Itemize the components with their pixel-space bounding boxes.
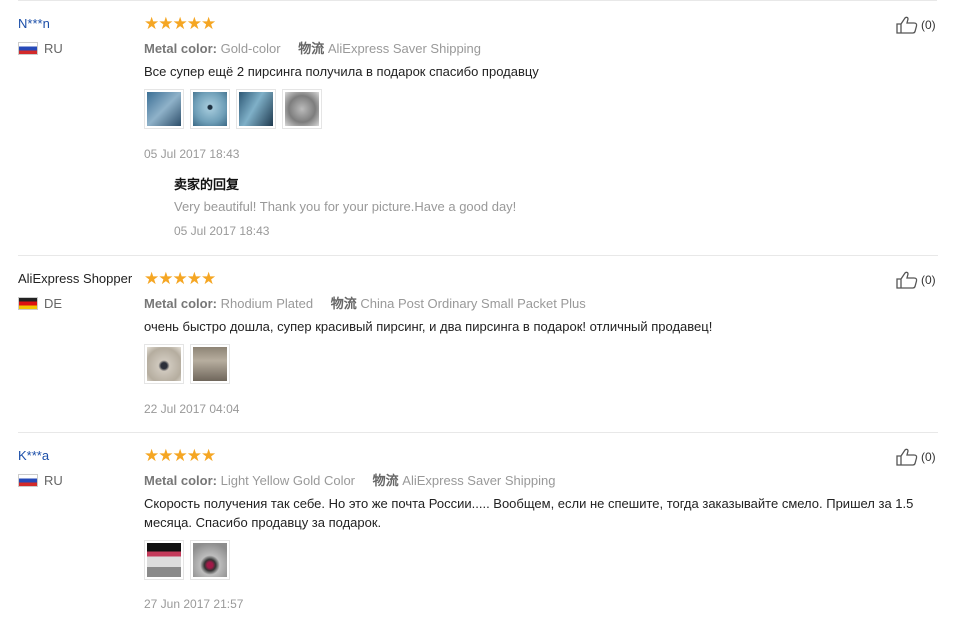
- helpful-count: (0): [921, 18, 936, 32]
- review-divider: [18, 255, 938, 256]
- russia-flag-icon: [18, 474, 38, 487]
- reviews-page: N***n RU ★★★★★ Metal color: Gold-color 物…: [0, 0, 977, 619]
- thumbs-up-icon: [896, 16, 918, 34]
- thumbs-up-icon: [896, 271, 918, 289]
- shipping-label: 物流: [372, 473, 399, 488]
- reviewer-name: AliExpress Shopper: [18, 271, 133, 286]
- shipping-value: China Post Ordinary Small Packet Plus: [360, 296, 586, 311]
- review-divider: [18, 432, 938, 433]
- helpful-button[interactable]: (0): [896, 16, 936, 34]
- thumbs-up-icon: [896, 448, 918, 466]
- attr-label: Metal color:: [144, 296, 217, 311]
- helpful-count: (0): [921, 450, 936, 464]
- helpful-button[interactable]: (0): [896, 448, 936, 466]
- review-photo-thumbnail[interactable]: [190, 344, 230, 384]
- review-date: 22 Jul 2017 04:04: [144, 402, 240, 416]
- attr-label: Metal color:: [144, 473, 217, 488]
- reviewer-country: RU: [18, 41, 63, 56]
- order-info: Metal color: Light Yellow Gold Color 物流 …: [144, 470, 555, 489]
- star-rating: ★★★★★: [144, 269, 216, 288]
- russia-flag-icon: [18, 42, 38, 55]
- star-rating: ★★★★★: [144, 14, 216, 33]
- review-photo-thumbnail[interactable]: [144, 540, 184, 580]
- order-info: Metal color: Gold-color 物流 AliExpress Sa…: [144, 38, 481, 57]
- attr-value: Gold-color: [220, 41, 281, 56]
- attr-value: Rhodium Plated: [220, 296, 314, 311]
- review-photo-thumbnail[interactable]: [144, 89, 184, 129]
- review-text: Все супер ещё 2 пирсинга получила в пода…: [144, 64, 539, 79]
- top-divider: [18, 0, 937, 1]
- attr-label: Metal color:: [144, 41, 217, 56]
- shipping-value: AliExpress Saver Shipping: [327, 41, 482, 56]
- seller-reply-date: 05 Jul 2017 18:43: [174, 224, 270, 238]
- shipping-label: 物流: [298, 41, 325, 56]
- germany-flag-icon: [18, 297, 38, 310]
- review-date: 05 Jul 2017 18:43: [144, 147, 240, 161]
- helpful-button[interactable]: (0): [896, 271, 936, 289]
- country-code: RU: [44, 41, 63, 56]
- review-photo-thumbnail[interactable]: [190, 540, 230, 580]
- review-photos: [144, 344, 230, 384]
- attr-value: Light Yellow Gold Color: [220, 473, 356, 488]
- star-rating: ★★★★★: [144, 446, 216, 465]
- helpful-count: (0): [921, 273, 936, 287]
- review-photos: [144, 89, 322, 129]
- reviewer-country: DE: [18, 296, 62, 311]
- review-text: очень быстро дошла, супер красивый пирси…: [144, 319, 713, 334]
- review-photo-thumbnail[interactable]: [190, 89, 230, 129]
- order-info: Metal color: Rhodium Plated 物流 China Pos…: [144, 293, 586, 312]
- review-date: 27 Jun 2017 21:57: [144, 597, 244, 611]
- review-photo-thumbnail[interactable]: [144, 344, 184, 384]
- reviewer-name[interactable]: N***n: [18, 16, 50, 31]
- shipping-value: AliExpress Saver Shipping: [402, 473, 556, 488]
- seller-reply-text: Very beautiful! Thank you for your pictu…: [174, 199, 517, 214]
- review-photo-thumbnail[interactable]: [236, 89, 276, 129]
- shipping-label: 物流: [330, 296, 357, 311]
- reviewer-name[interactable]: K***a: [18, 448, 49, 463]
- country-code: DE: [44, 296, 63, 311]
- review-photo-thumbnail[interactable]: [282, 89, 322, 129]
- review-photos: [144, 540, 230, 580]
- country-code: RU: [44, 473, 63, 488]
- seller-reply-title: 卖家的回复: [174, 177, 240, 192]
- reviewer-country: RU: [18, 473, 63, 488]
- review-text: Скорость получения так себе. Но это же п…: [144, 496, 914, 530]
